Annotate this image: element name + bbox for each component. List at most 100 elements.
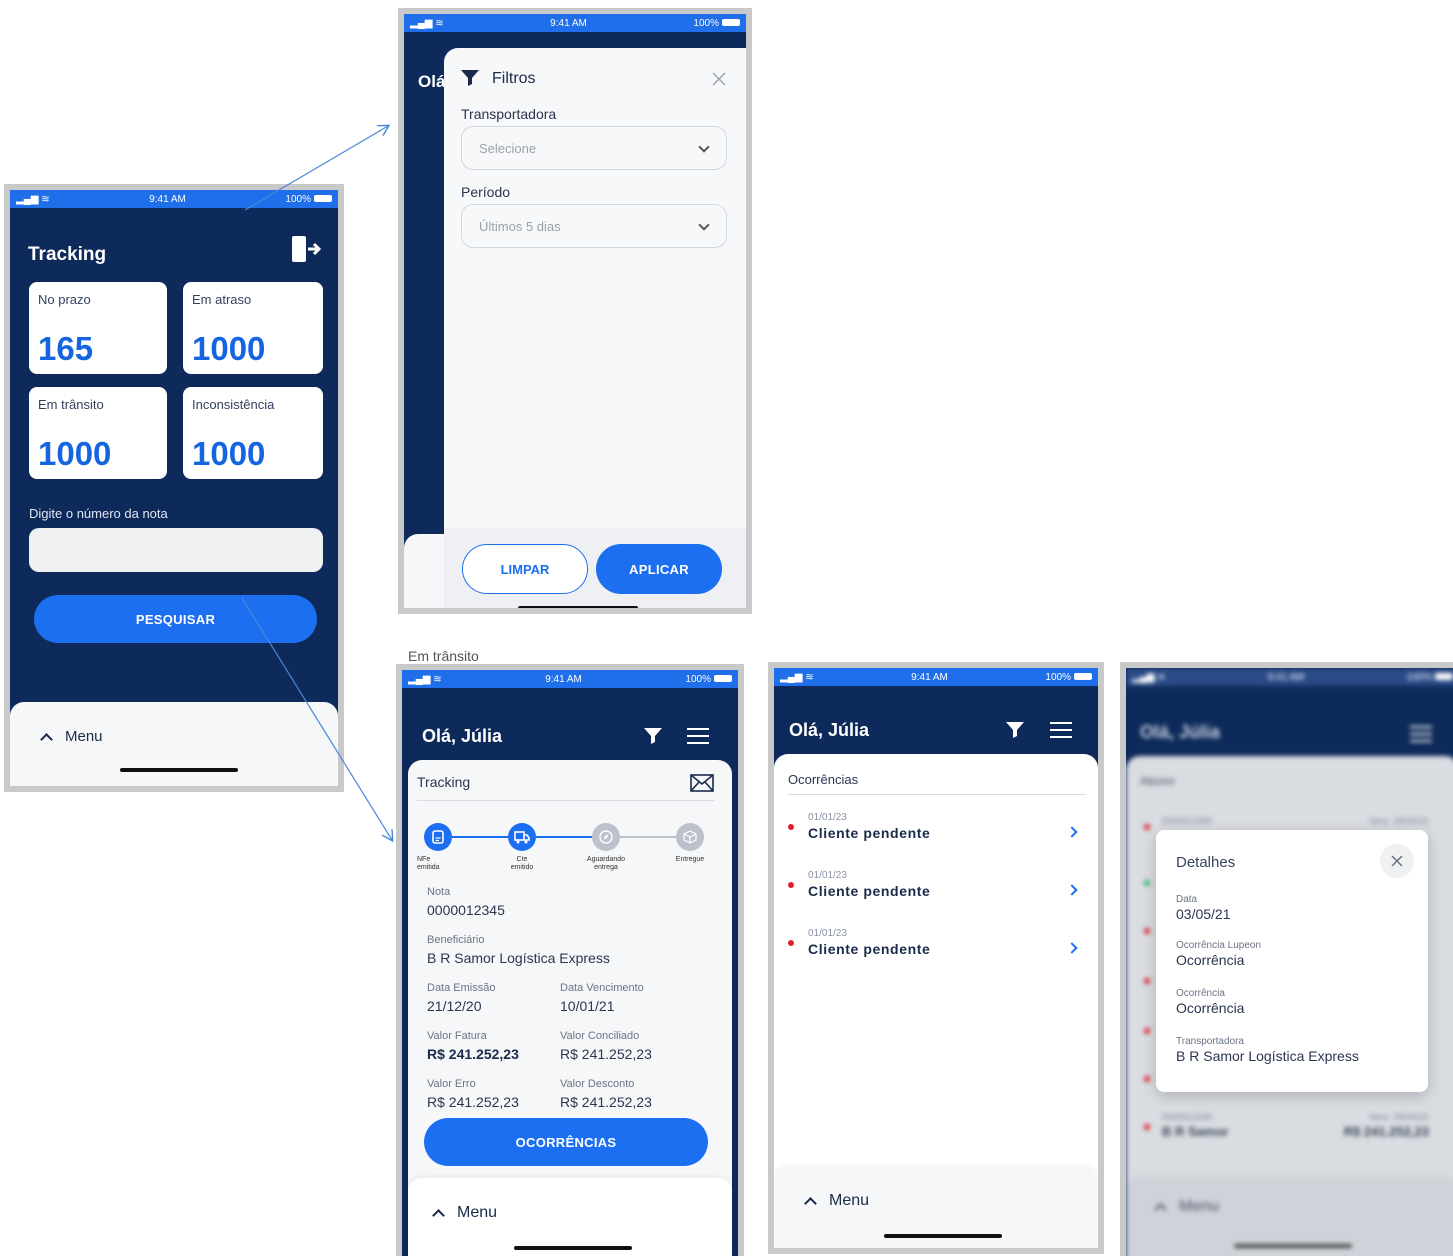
screen-details: ▂▄▆ ≋ 9:41 AM 100% Olá, Júlia Abono 0000… [1120, 662, 1453, 1256]
mail-icon[interactable] [690, 774, 714, 792]
filters-title: Filtros [492, 70, 536, 87]
ocorrencias-button[interactable]: OCORRÊNCIAS [424, 1118, 708, 1166]
bg-row-bottom: 0000012345 B R Samor Venc. 05/04/21 R$ 2… [1126, 1112, 1453, 1152]
transportadora-label: Transportadora [461, 106, 557, 122]
home-indicator [884, 1234, 1002, 1238]
search-button[interactable]: PESQUISAR [34, 595, 317, 643]
page-title: Tracking [28, 244, 107, 265]
bottom-menu[interactable]: Menu [10, 702, 338, 786]
step-delivered [676, 823, 704, 851]
card-late[interactable]: Em atraso 1000 [183, 282, 323, 374]
valor-erro-label: Valor Erro [427, 1078, 476, 1090]
close-icon[interactable] [712, 72, 726, 86]
step-awaiting [592, 823, 620, 851]
valor-conciliado-label: Valor Conciliado [560, 1030, 640, 1042]
valor-fatura-label: Valor Fatura [427, 1030, 487, 1042]
beneficiario-label: Beneficiário [427, 934, 485, 946]
chevron-up-icon [432, 1209, 445, 1222]
card-inconsistency[interactable]: Inconsistência 1000 [183, 387, 323, 479]
step-label-cte: Cte emitido [510, 856, 534, 871]
chevron-right-icon [1066, 942, 1078, 954]
bottom-menu[interactable]: Menu [408, 1178, 732, 1256]
greeting: Olá, Júlia [789, 720, 870, 740]
status-dot [788, 824, 794, 830]
close-icon [1391, 855, 1403, 867]
card-on-time[interactable]: No prazo 165 [29, 282, 167, 374]
valor-erro-value: R$ 241.252,23 [427, 1094, 519, 1110]
chevron-right-icon [1066, 884, 1078, 896]
divider [788, 794, 1086, 795]
step-line-2 [536, 836, 592, 838]
home-indicator [518, 606, 638, 608]
chevron-down-icon [698, 219, 710, 231]
menu-label: Menu [65, 728, 103, 745]
step-line-3 [620, 836, 676, 838]
list-item[interactable]: 01/01/23 Cliente pendente [774, 924, 1098, 974]
chevron-up-icon [40, 732, 53, 746]
bg-greeting: Olá [418, 72, 446, 91]
home-indicator [120, 768, 238, 772]
status-bar: ▂▄▆ ≋ 9:41 AM 100% [10, 190, 338, 208]
chevron-right-icon [1066, 826, 1078, 838]
card-in-transit[interactable]: Em trânsito 1000 [29, 387, 167, 479]
clear-button[interactable]: LIMPAR [462, 544, 588, 594]
filter-icon[interactable] [644, 728, 662, 744]
occurrences-sheet: Ocorrências 01/01/23 Cliente pendente 01… [774, 754, 1098, 1248]
list-item[interactable]: 01/01/23 Cliente pendente [774, 866, 1098, 916]
signal-icon: ▂▄▆ ≋ [16, 193, 50, 205]
valor-desconto-value: R$ 241.252,23 [560, 1094, 652, 1110]
apply-button[interactable]: APLICAR [596, 544, 722, 594]
screen-filters: ▂▄▆ ≋ 9:41 AM 100% Olá Filtros Transport… [398, 8, 752, 614]
filter-icon[interactable] [1006, 722, 1024, 738]
hamburger-icon[interactable] [1050, 722, 1072, 739]
detail-sheet: Tracking NFe emitida Cte emitido Aguardand… [408, 760, 732, 1256]
section-title: Ocorrências [788, 772, 859, 787]
details-modal: Detalhes Data 03/05/21 Ocorrência Lupeon… [1156, 830, 1428, 1092]
step-line-1 [452, 836, 508, 838]
data-vencimento-label: Data Vencimento [560, 982, 644, 994]
filter-icon [461, 70, 479, 86]
modal-title: Detalhes [1176, 854, 1236, 871]
data-emissao-value: 21/12/20 [427, 998, 482, 1014]
beneficiario-value: B R Samor Logística Express [427, 950, 610, 966]
home-indicator [514, 1246, 632, 1250]
search-input[interactable] [29, 528, 323, 572]
status-dot [788, 940, 794, 946]
chevron-up-icon [804, 1197, 817, 1210]
periodo-label: Período [461, 184, 511, 200]
step-label-delivered: Entregue [675, 856, 705, 863]
data-emissao-label: Data Emissão [427, 982, 496, 994]
hamburger-icon [1410, 726, 1432, 743]
greeting: Olá, Júlia [422, 726, 503, 746]
logout-icon[interactable] [290, 234, 322, 264]
truck-icon [514, 831, 530, 844]
document-icon [432, 830, 444, 844]
chevron-down-icon [698, 141, 710, 153]
close-button[interactable] [1380, 844, 1414, 878]
search-label: Digite o número da nota [29, 506, 168, 521]
divider [417, 800, 714, 801]
status-dot [788, 882, 794, 888]
screen-occurrences: ▂▄▆ ≋ 9:41 AM 100% Olá, Júlia Ocorrência… [768, 662, 1104, 1254]
transportadora-select[interactable]: Selecione [461, 126, 727, 170]
data-vencimento-value: 10/01/21 [560, 998, 615, 1014]
battery: 100% [285, 194, 332, 205]
periodo-select[interactable]: Últimos 5 dias [461, 204, 727, 248]
valor-conciliado-value: R$ 241.252,23 [560, 1046, 652, 1062]
step-cte [508, 823, 536, 851]
nota-label: Nota [427, 886, 451, 898]
screen-tracking-dashboard: ▂▄▆ ≋ 9:41 AM 100% Tracking No prazo 165… [4, 184, 344, 792]
valor-fatura-value: R$ 241.252,23 [427, 1046, 519, 1062]
box-icon [683, 830, 697, 844]
step-label-nfe: NFe emitida [417, 856, 440, 871]
hamburger-icon[interactable] [687, 728, 709, 745]
compass-icon [599, 830, 613, 844]
status-bar: ▂▄▆ ≋ 9:41 AM 100% [404, 14, 746, 32]
section-title: Tracking [417, 774, 471, 790]
bottom-menu[interactable]: Menu [774, 1168, 1098, 1248]
list-item[interactable]: 01/01/23 Cliente pendente [774, 808, 1098, 858]
status-time: 9:41 AM [149, 193, 186, 205]
action-bar: LIMPAR APLICAR [444, 528, 746, 608]
status-bar: ▂▄▆ ≋ 9:41 AM 100% [774, 668, 1098, 686]
signal-icon: ▂▄▆ ≋ [410, 17, 444, 29]
